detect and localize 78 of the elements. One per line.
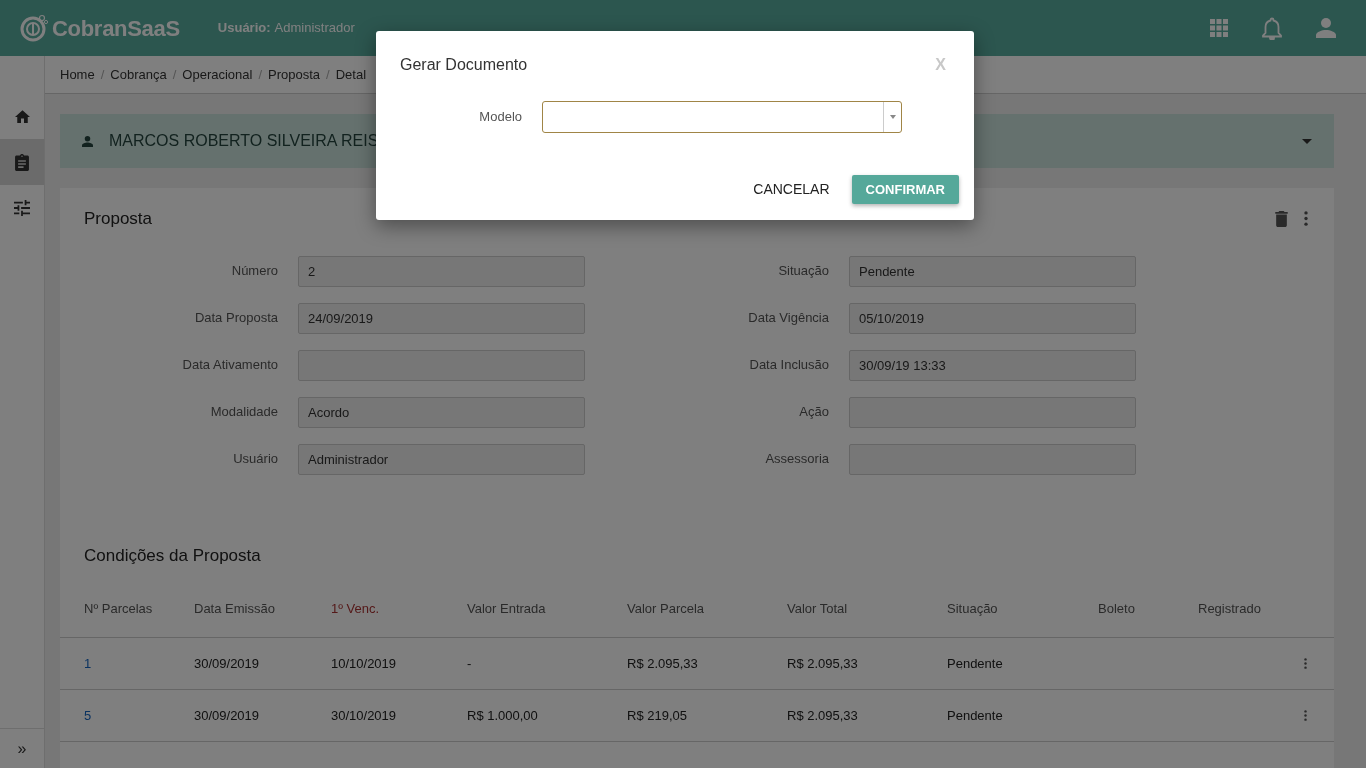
caret-icon bbox=[889, 115, 896, 119]
field-label: Modalidade bbox=[209, 403, 278, 422]
column-header[interactable]: Nº Parcelas bbox=[84, 598, 194, 619]
expand-sidebar-button[interactable]: » bbox=[7, 730, 37, 767]
input-field[interactable] bbox=[298, 349, 585, 381]
column-header[interactable]: Valor Total bbox=[787, 598, 947, 619]
column-header[interactable]: Data Emissão bbox=[194, 598, 331, 619]
more-options-icon[interactable] bbox=[1304, 211, 1308, 227]
column-header[interactable]: Registrado bbox=[1198, 598, 1304, 619]
input-field[interactable]: 24/09/2019 bbox=[298, 302, 585, 334]
field-label: Data Inclusão bbox=[748, 356, 829, 375]
field-label: Ação bbox=[798, 403, 829, 422]
table-cell-text: Pendente bbox=[947, 654, 1004, 673]
breadcrumb-separator: / bbox=[172, 65, 177, 84]
input-field[interactable]: Pendente bbox=[849, 255, 1136, 287]
table-cell-text: R$ 2.095,33 bbox=[627, 654, 699, 673]
sliders-icon bbox=[14, 200, 30, 216]
input-field[interactable]: 05/10/2019 bbox=[849, 302, 1136, 334]
field-label: Data Vigência bbox=[747, 309, 829, 328]
user-icon[interactable] bbox=[1316, 18, 1336, 38]
section-title: Condições da Proposta bbox=[84, 544, 262, 567]
field-label: Data Proposta bbox=[193, 309, 278, 328]
breadcrumb-separator: / bbox=[326, 65, 330, 84]
input-field[interactable]: 30/09/19 13:33 bbox=[849, 349, 1136, 381]
field-label: Data Ativamento bbox=[181, 356, 278, 375]
field-label: Modelo bbox=[478, 108, 522, 127]
table-cell-text: 5 bbox=[84, 706, 93, 725]
breadcrumb-link[interactable]: Cobrança bbox=[110, 64, 167, 85]
user-label: Usuário: bbox=[217, 19, 271, 38]
input-field[interactable]: Acordo bbox=[298, 396, 585, 428]
breadcrumb-separator: / bbox=[258, 65, 263, 84]
apps-grid-icon[interactable] bbox=[1210, 19, 1228, 37]
trash-icon[interactable] bbox=[1275, 210, 1288, 227]
app-logo: CobranSaaS bbox=[52, 14, 180, 43]
column-header[interactable]: Boleto bbox=[1098, 598, 1198, 619]
home-icon bbox=[14, 109, 30, 123]
select-field[interactable] bbox=[542, 101, 902, 133]
table-cell-text: 30/10/2019 bbox=[331, 706, 398, 725]
column-header[interactable]: Valor Entrada bbox=[467, 598, 627, 619]
cancel-button[interactable]: CANCELAR bbox=[743, 173, 840, 206]
table-cell-text: - bbox=[467, 654, 473, 673]
field-label: Assessoria bbox=[764, 450, 829, 469]
column-header[interactable]: Valor Parcela bbox=[627, 598, 787, 619]
table-cell-text: R$ 1.000,00 bbox=[467, 706, 539, 725]
breadcrumb-link[interactable]: Detal bbox=[335, 64, 367, 85]
field-label: Usuário bbox=[232, 450, 278, 469]
table-cell-text: 1 bbox=[84, 654, 93, 673]
field-label: Situação bbox=[777, 262, 829, 281]
breadcrumb-separator: / bbox=[100, 65, 105, 84]
more-options-icon[interactable] bbox=[1304, 710, 1307, 721]
confirm-button[interactable]: CONFIRMAR bbox=[851, 175, 959, 204]
table-cell-text: 30/09/2019 bbox=[194, 706, 261, 725]
input-field[interactable]: 2 bbox=[298, 255, 585, 287]
breadcrumb-link[interactable]: Proposta bbox=[268, 64, 321, 85]
caret-icon[interactable] bbox=[1302, 138, 1312, 144]
input-field[interactable] bbox=[849, 396, 1136, 428]
table-cell-text: R$ 219,05 bbox=[627, 706, 688, 725]
table-cell-text: Pendente bbox=[947, 706, 1004, 725]
logo-icon bbox=[20, 14, 48, 42]
input-field[interactable] bbox=[849, 443, 1136, 475]
more-options-icon[interactable] bbox=[1304, 658, 1307, 669]
section-title: Proposta bbox=[84, 208, 153, 230]
dialog-title: Gerar Documento bbox=[400, 55, 528, 75]
field-label: Número bbox=[230, 262, 278, 281]
table-cell-text: R$ 2.095,33 bbox=[787, 706, 859, 725]
sidebar-item[interactable] bbox=[0, 139, 44, 185]
notifications-icon[interactable] bbox=[1262, 16, 1282, 40]
column-header[interactable]: Situação bbox=[947, 598, 1098, 619]
table-cell-text: 10/10/2019 bbox=[331, 654, 398, 673]
breadcrumb-link[interactable]: Home bbox=[60, 64, 95, 85]
column-header[interactable]: 1º Venc. bbox=[331, 598, 467, 619]
clipboard-icon bbox=[15, 153, 29, 171]
breadcrumb-link[interactable]: Operacional bbox=[182, 64, 253, 85]
table-cell-text: 30/09/2019 bbox=[194, 654, 261, 673]
person-icon bbox=[82, 135, 93, 147]
table-cell-text: R$ 2.095,33 bbox=[787, 654, 859, 673]
user-name: Administrador bbox=[274, 19, 355, 38]
input-field[interactable]: Administrador bbox=[298, 443, 585, 475]
